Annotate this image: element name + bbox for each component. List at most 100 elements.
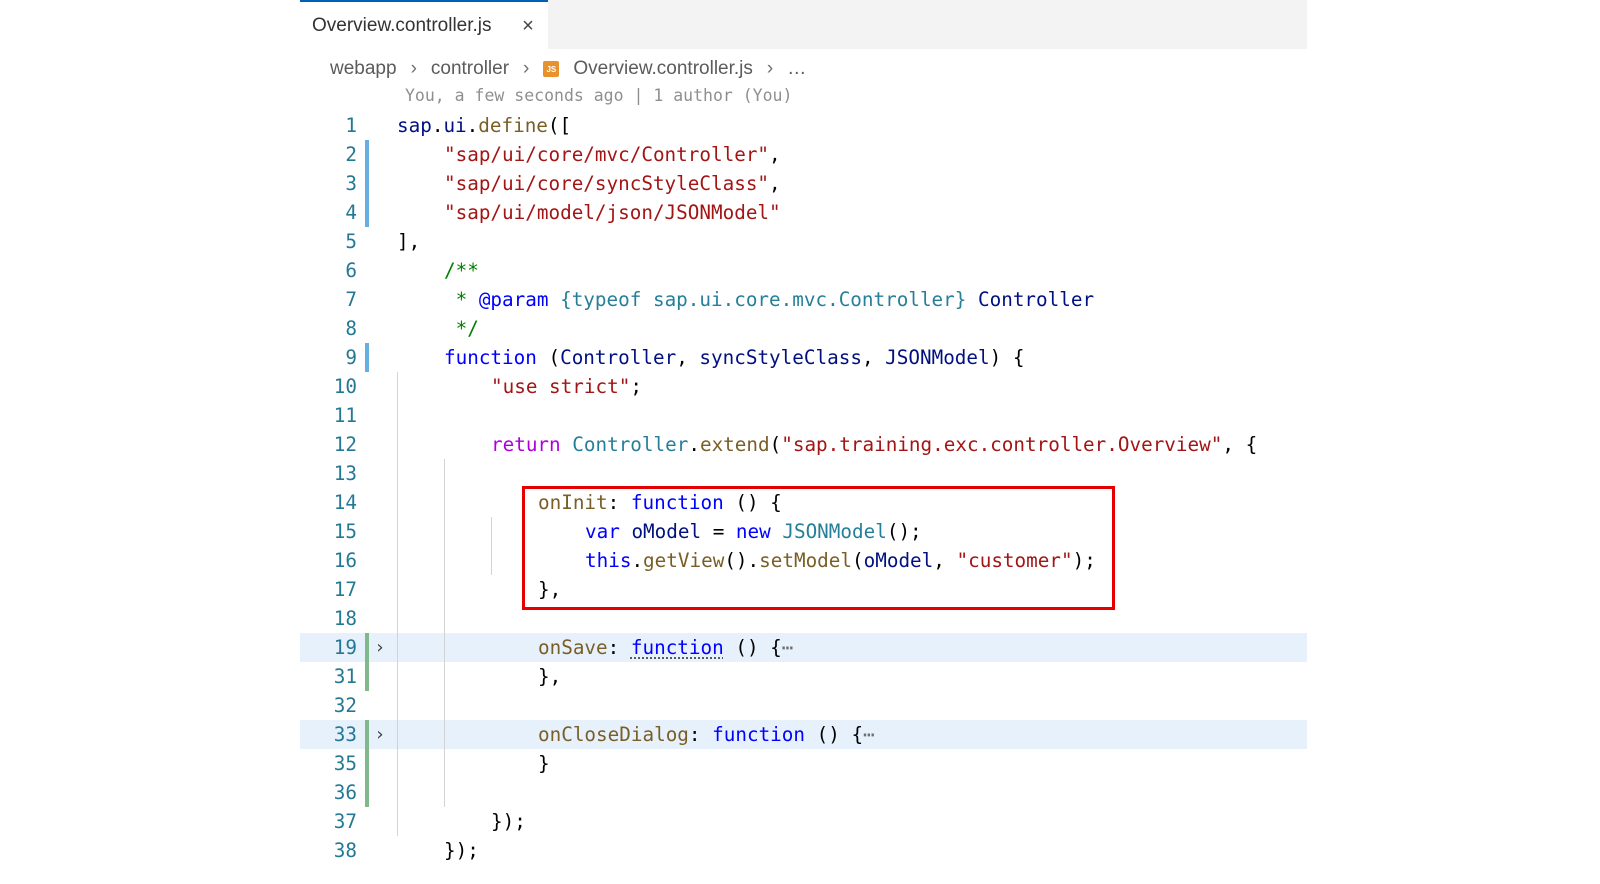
added-gutter-marker[interactable] bbox=[365, 720, 369, 749]
code-line[interactable]: 15 var oModel = new JSONModel(); bbox=[300, 517, 1307, 546]
code-text: "sap/ui/model/json/JSONModel" bbox=[444, 198, 781, 227]
breadcrumb-item-more[interactable]: … bbox=[787, 58, 806, 80]
code-token: onCloseDialog bbox=[538, 723, 689, 746]
line-number: 9 bbox=[345, 346, 357, 369]
modified-gutter-marker[interactable] bbox=[365, 343, 369, 372]
code-line[interactable]: 11 bbox=[300, 401, 1307, 430]
indent-guide bbox=[444, 488, 445, 517]
code-token: . bbox=[431, 114, 444, 137]
line-number: 3 bbox=[345, 172, 357, 195]
chevron-right-icon: › bbox=[523, 58, 530, 79]
code-line[interactable]: 38}); bbox=[300, 836, 1307, 865]
folded-ellipsis[interactable]: ⋯ bbox=[863, 723, 875, 746]
breadcrumb: webapp › controller › JS Overview.contro… bbox=[330, 55, 806, 83]
code-line[interactable]: 9 function (Controller, syncStyleClass, J… bbox=[300, 343, 1307, 372]
code-token: } bbox=[538, 752, 550, 775]
code-line[interactable]: 12 return Controller.extend("sap.training… bbox=[300, 430, 1307, 459]
code-token: syncStyleClass bbox=[699, 346, 862, 369]
code-line[interactable]: 6 /** bbox=[300, 256, 1307, 285]
indent-guide bbox=[444, 459, 445, 488]
code-token: "customer" bbox=[956, 549, 1073, 572]
code-line[interactable]: 1 sap.ui.define([ bbox=[300, 111, 1307, 140]
code-line[interactable]: 14 onInit: function () { bbox=[300, 488, 1307, 517]
code-line[interactable]: 4 "sap/ui/model/json/JSONModel" bbox=[300, 198, 1307, 227]
folded-ellipsis[interactable]: ⋯ bbox=[782, 636, 794, 659]
indent-guide bbox=[397, 633, 398, 662]
code-token: * bbox=[444, 288, 479, 311]
chevron-right-icon: › bbox=[410, 58, 417, 79]
code-line[interactable]: 36 bbox=[300, 778, 1307, 807]
indent-guide bbox=[444, 720, 445, 749]
git-blame-codelens[interactable]: You, a few seconds ago | 1 author (You) bbox=[405, 86, 792, 105]
modified-gutter-marker[interactable] bbox=[365, 169, 369, 198]
code-text: function (Controller, syncStyleClass, JS… bbox=[444, 343, 1024, 372]
code-line[interactable]: 7 * @param {typeof sap.ui.core.mvc.Contr… bbox=[300, 285, 1307, 314]
code-editor[interactable]: Overview.controller.js × webapp › contro… bbox=[300, 0, 1307, 884]
line-number: 11 bbox=[333, 404, 357, 427]
code-line[interactable]: 37}); bbox=[300, 807, 1307, 836]
chevron-right-icon[interactable]: › bbox=[372, 633, 388, 662]
code-token: . bbox=[688, 433, 700, 456]
code-line[interactable]: 3 "sap/ui/core/syncStyleClass", bbox=[300, 169, 1307, 198]
code-lines: 1 sap.ui.define([2 "sap/ui/core/mvc/Contro… bbox=[300, 111, 1307, 865]
indent-guide bbox=[491, 546, 492, 575]
chevron-right-icon[interactable]: › bbox=[372, 720, 388, 749]
line-number: 18 bbox=[333, 607, 357, 630]
code-line[interactable]: 18 bbox=[300, 604, 1307, 633]
indent-guide bbox=[397, 604, 398, 633]
line-number: 5 bbox=[345, 230, 357, 253]
indent-guide bbox=[444, 749, 445, 778]
code-token: /** bbox=[444, 259, 479, 282]
code-line[interactable]: 32 bbox=[300, 691, 1307, 720]
code-line[interactable]: 19 › onSave: function () {⋯ bbox=[300, 633, 1307, 662]
code-token: ); bbox=[1072, 549, 1096, 572]
breadcrumb-item-controller[interactable]: controller bbox=[431, 58, 509, 80]
code-line[interactable]: 31}, bbox=[300, 662, 1307, 691]
code-line[interactable]: 8 */ bbox=[300, 314, 1307, 343]
code-text: */ bbox=[444, 314, 479, 343]
chevron-right-icon: › bbox=[766, 58, 774, 79]
code-token: , bbox=[861, 346, 886, 369]
code-token: ( bbox=[852, 549, 864, 572]
indent-guide bbox=[397, 575, 398, 604]
code-token: () { bbox=[723, 491, 782, 514]
added-gutter-marker[interactable] bbox=[365, 778, 369, 807]
added-gutter-marker[interactable] bbox=[365, 662, 369, 691]
line-number: 33 bbox=[333, 723, 357, 746]
code-token: }); bbox=[491, 810, 526, 833]
code-token: onSave bbox=[538, 636, 608, 659]
indent-guide bbox=[444, 517, 445, 546]
breadcrumb-item-file[interactable]: Overview.controller.js bbox=[573, 58, 753, 80]
code-token: ( bbox=[769, 433, 782, 456]
code-line[interactable]: 13 bbox=[300, 459, 1307, 488]
modified-gutter-marker[interactable] bbox=[365, 198, 369, 227]
code-line[interactable]: 17}, bbox=[300, 575, 1307, 604]
code-token: function bbox=[630, 636, 724, 659]
code-line[interactable]: 2 "sap/ui/core/mvc/Controller", bbox=[300, 140, 1307, 169]
code-text: sap.ui.define([ bbox=[397, 111, 571, 140]
code-line[interactable]: 10 "use strict"; bbox=[300, 372, 1307, 401]
indent-guide bbox=[397, 430, 398, 459]
tab-overview-controller[interactable]: Overview.controller.js × bbox=[300, 0, 548, 49]
code-line[interactable]: 16 this.getView().setModel(oModel, "custo… bbox=[300, 546, 1307, 575]
breadcrumb-item-webapp[interactable]: webapp bbox=[330, 58, 397, 80]
indent-guide bbox=[491, 517, 492, 546]
code-text: onCloseDialog: function () {⋯ bbox=[538, 720, 875, 749]
close-icon[interactable]: × bbox=[516, 14, 540, 38]
modified-gutter-marker[interactable] bbox=[365, 140, 369, 169]
code-token: this bbox=[585, 549, 632, 572]
added-gutter-marker[interactable] bbox=[365, 749, 369, 778]
line-number: 2 bbox=[345, 143, 357, 166]
added-gutter-marker[interactable] bbox=[365, 633, 369, 662]
js-file-icon: JS bbox=[543, 61, 560, 77]
code-line[interactable]: 5], bbox=[300, 227, 1307, 256]
code-token: (); bbox=[886, 520, 922, 543]
code-line[interactable]: 33 › onCloseDialog: function () {⋯ bbox=[300, 720, 1307, 749]
line-number: 12 bbox=[333, 433, 357, 456]
code-line[interactable]: 35} bbox=[300, 749, 1307, 778]
code-token: , bbox=[933, 549, 957, 572]
code-token: : bbox=[607, 636, 631, 659]
code-token: setModel bbox=[759, 549, 853, 572]
